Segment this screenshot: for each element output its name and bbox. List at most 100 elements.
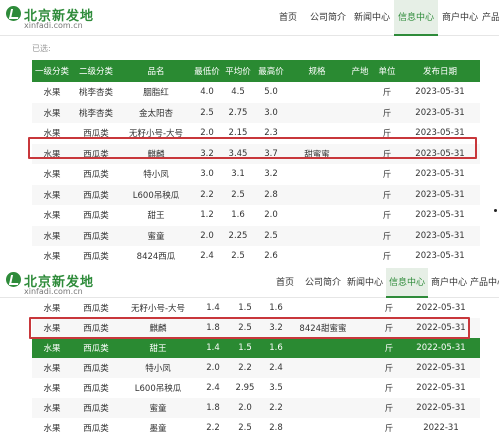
table-cell: 水果 <box>32 318 72 338</box>
table-cell: 1.6 <box>231 210 245 221</box>
logo-icon <box>6 6 21 21</box>
table-cell: 2022-05-31 <box>402 398 480 418</box>
table-cell <box>292 358 354 378</box>
table-cell: 水果 <box>32 102 72 123</box>
col-header: 一级分类 <box>32 60 72 82</box>
nav-product[interactable]: 产品中心 <box>482 0 499 36</box>
table-cell: 2.4 <box>206 383 220 393</box>
table-cell: 斤 <box>382 211 392 222</box>
screenshot-2023: 北京新发地 xinfadi.com.cn 首页 公司简介 新闻中心 信息中心 商… <box>0 0 499 262</box>
table-cell <box>288 205 346 226</box>
table-cell <box>288 82 346 103</box>
table-cell: 2.0 <box>192 225 222 246</box>
logo-icon <box>6 272 21 287</box>
main-nav: 首页 公司简介 新闻中心 信息中心 商户中心 产品中心 <box>268 268 499 298</box>
table-cell: 甜王 <box>120 338 196 358</box>
table-cell: 3.0 <box>254 102 288 123</box>
table-row: 水果 西瓜类 麒麟 3.2 3.45 3.7 甜蜜蜜 斤 2023-05-31 <box>32 143 480 164</box>
table-cell <box>346 102 374 123</box>
table-cell: 桃李杏类 <box>78 88 113 99</box>
col-header: 产地 <box>346 60 374 82</box>
table-cell: 西瓜类 <box>72 398 120 418</box>
table-row: 水果 西瓜类 特小凤 2.0 2.2 2.4 斤 2022-05-31 <box>32 358 480 378</box>
table-cell <box>288 123 346 144</box>
table-row: 水果 西瓜类 蜜童 2.0 2.25 2.5 斤 2023-05-31 <box>32 225 480 246</box>
table-cell: 墨童 <box>149 424 167 434</box>
table-cell: 桃李杏类 <box>72 102 120 123</box>
table-cell <box>354 418 376 435</box>
table-cell: 2022-05-31 <box>416 383 466 393</box>
nav-product[interactable]: 产品中心 <box>470 268 499 298</box>
table-cell <box>292 338 354 358</box>
table-cell: 特小凤 <box>143 170 169 181</box>
table-row: 水果 西瓜类 8424西瓜 2.4 2.5 2.6 斤 2023-05-31 <box>32 246 480 262</box>
table-cell: 2.95 <box>235 383 255 393</box>
table-cell: 西瓜类 <box>83 252 109 262</box>
table-cell: 斤 <box>384 424 394 434</box>
table-cell: 2023-05-31 <box>415 169 465 180</box>
table-cell: 麒麟 <box>120 143 192 164</box>
table-row: 水果 西瓜类 甜王 1.2 1.6 2.0 斤 2023-05-31 <box>32 205 480 226</box>
table-cell: 3.0 <box>200 169 214 180</box>
col-header: 最低价 <box>192 60 222 82</box>
table-cell <box>346 205 374 226</box>
table-cell: 水果 <box>32 338 72 358</box>
table-cell <box>346 246 374 262</box>
logo-url: xinfadi.com.cn <box>24 21 83 30</box>
table-cell: 3.2 <box>260 318 292 338</box>
nav-home[interactable]: 首页 <box>270 0 306 36</box>
table-row: 水果 西瓜类 L600吊秧瓜 2.4 2.95 3.5 斤 2022-05-31 <box>32 378 480 398</box>
table-row: 水果 西瓜类 麒麟 1.8 2.5 3.2 8424甜蜜蜜 斤 2022-05-31 <box>32 318 480 338</box>
col-header: 发布日期 <box>400 60 480 82</box>
table-cell <box>292 378 354 398</box>
table-cell: 3.5 <box>269 383 283 393</box>
table-cell: L600吊秧瓜 <box>134 384 182 394</box>
table-row: 水果 西瓜类 蜜童 1.8 2.0 2.2 斤 2022-05-31 <box>32 398 480 418</box>
table-cell: 西瓜类 <box>72 358 120 378</box>
table-cell: 斤 <box>382 252 392 262</box>
table-cell: 水果 <box>43 129 61 140</box>
table-row: 水果 西瓜类 无籽小号-大号 2.0 2.15 2.3 斤 2023-05-31 <box>32 123 480 144</box>
table-cell: 斤 <box>376 358 402 378</box>
nav-news[interactable]: 新闻中心 <box>350 0 394 36</box>
table-row: 水果 西瓜类 L600吊秧瓜 2.2 2.5 2.8 斤 2023-05-31 <box>32 184 480 205</box>
table-cell: 2023-05-31 <box>400 143 480 164</box>
table-cell: 1.6 <box>269 303 283 313</box>
nav-info[interactable]: 信息中心 <box>394 0 438 36</box>
table-cell <box>354 378 376 398</box>
table-cell: 斤 <box>384 384 394 394</box>
nav-merchant[interactable]: 商户中心 <box>438 0 482 36</box>
table-cell <box>288 246 346 262</box>
table-cell: 2.2 <box>192 184 222 205</box>
col-header: 最高价 <box>254 60 288 82</box>
table-cell: 3.7 <box>254 143 288 164</box>
table-cell: 斤 <box>376 338 402 358</box>
table-cell <box>288 184 346 205</box>
table-cell <box>346 123 374 144</box>
table-cell: 2.2 <box>206 423 220 433</box>
nav-about[interactable]: 公司简介 <box>302 268 344 298</box>
table-cell: 2.5 <box>231 251 245 262</box>
table-cell: 1.4 <box>196 338 230 358</box>
site-logo[interactable]: 北京新发地 xinfadi.com.cn <box>6 5 126 33</box>
table-row: 水果 西瓜类 特小凤 3.0 3.1 3.2 斤 2023-05-31 <box>32 164 480 185</box>
nav-merchant[interactable]: 商户中心 <box>428 268 470 298</box>
table-cell: 水果 <box>32 398 72 418</box>
table-cell <box>292 298 354 318</box>
table-cell: 2022-05-31 <box>402 318 480 338</box>
table-cell: 斤 <box>374 225 400 246</box>
table-cell: 2.2 <box>230 358 260 378</box>
table-cell <box>354 298 376 318</box>
nav-info[interactable]: 信息中心 <box>386 268 428 298</box>
site-logo[interactable]: 北京新发地 xinfadi.com.cn <box>6 271 126 299</box>
table-cell: 2023-05-31 <box>415 251 465 262</box>
table-cell: 5.0 <box>264 87 278 98</box>
col-header: 二级分类 <box>72 60 120 82</box>
breadcrumb: 已选: <box>32 44 51 53</box>
nav-news[interactable]: 新闻中心 <box>344 268 386 298</box>
nav-home[interactable]: 首页 <box>268 268 302 298</box>
nav-about[interactable]: 公司简介 <box>306 0 350 36</box>
table-cell: 斤 <box>382 170 392 181</box>
table-cell: 2.75 <box>222 102 254 123</box>
table-cell: 金太阳杏 <box>120 102 192 123</box>
